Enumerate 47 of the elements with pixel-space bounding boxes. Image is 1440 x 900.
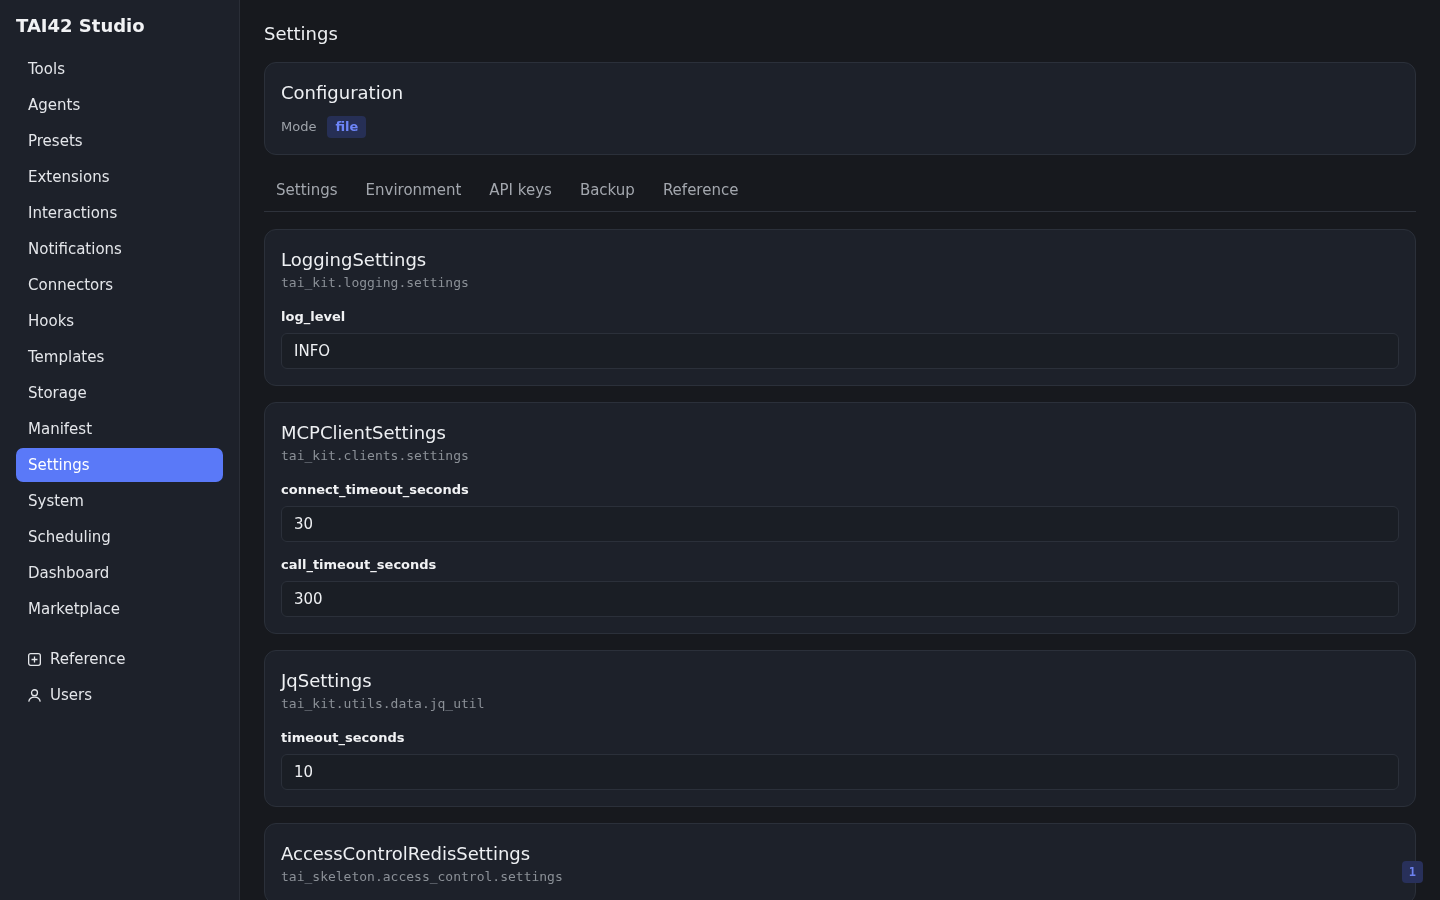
page-title: Settings — [264, 23, 339, 45]
tab[interactable]: Backup — [567, 171, 647, 211]
sidebar-item[interactable]: Manifest — [16, 412, 223, 446]
sidebar-item[interactable]: System — [16, 484, 223, 518]
tab[interactable]: Settings — [264, 171, 350, 211]
card-title: LoggingSettings — [281, 248, 428, 272]
sidebar-link[interactable]: Users — [16, 678, 223, 712]
sidebar-item[interactable]: Storage — [16, 376, 223, 410]
sidebar-item[interactable]: Extensions — [16, 160, 223, 194]
sidebar-item[interactable]: Hooks — [16, 304, 223, 338]
input-field[interactable]: INFO — [281, 333, 1399, 369]
module-path: tai_kit.clients.settings — [281, 447, 470, 465]
card-title: Configuration — [281, 81, 405, 105]
input-field[interactable]: 10 — [281, 754, 1399, 790]
sidebar-item[interactable]: Tools — [16, 52, 223, 86]
field-label: log_level — [281, 308, 347, 327]
field-label: timeout_seconds — [281, 729, 406, 748]
mode-badge: file — [327, 116, 367, 138]
tab[interactable]: Reference — [650, 171, 751, 211]
sidebar-item[interactable]: Interactions — [16, 196, 223, 230]
sidebar-link[interactable]: Reference — [16, 642, 223, 676]
sidebar-item[interactable]: Marketplace — [16, 592, 223, 626]
plus-square-icon — [28, 652, 41, 666]
field-label: call_timeout_seconds — [281, 556, 438, 575]
tab[interactable]: Environment — [353, 171, 474, 211]
sidebar-item[interactable]: Dashboard — [16, 556, 223, 590]
sidebar-item[interactable]: Templates — [16, 340, 223, 374]
card-title: JqSettings — [281, 669, 373, 693]
count-badge: 1 — [1401, 861, 1423, 883]
mode-label: Mode — [281, 118, 317, 137]
sidebar-item[interactable]: Presets — [16, 124, 223, 158]
input-field[interactable]: 30 — [281, 506, 1399, 542]
sidebar-item[interactable]: Agents — [16, 88, 223, 122]
sidebar-item[interactable]: Settings — [16, 448, 223, 482]
sidebar-item[interactable]: Notifications — [16, 232, 223, 266]
input-field[interactable]: 300 — [281, 581, 1399, 617]
tab[interactable]: API keys — [477, 171, 564, 211]
field-label: connect_timeout_seconds — [281, 481, 470, 500]
sidebar-item[interactable]: Scheduling — [16, 520, 223, 554]
person-icon — [28, 688, 41, 702]
module-path: tai_kit.logging.settings — [281, 274, 470, 292]
card-title: AccessControlRedisSettings — [281, 842, 532, 866]
app-title: TAI42 Studio — [16, 15, 146, 37]
module-path: tai_skeleton.access_control.settings — [281, 868, 564, 886]
sidebar-item[interactable]: Connectors — [16, 268, 223, 302]
card-title: MCPClientSettings — [281, 421, 447, 445]
module-path: tai_kit.utils.data.jq_util — [281, 695, 486, 713]
